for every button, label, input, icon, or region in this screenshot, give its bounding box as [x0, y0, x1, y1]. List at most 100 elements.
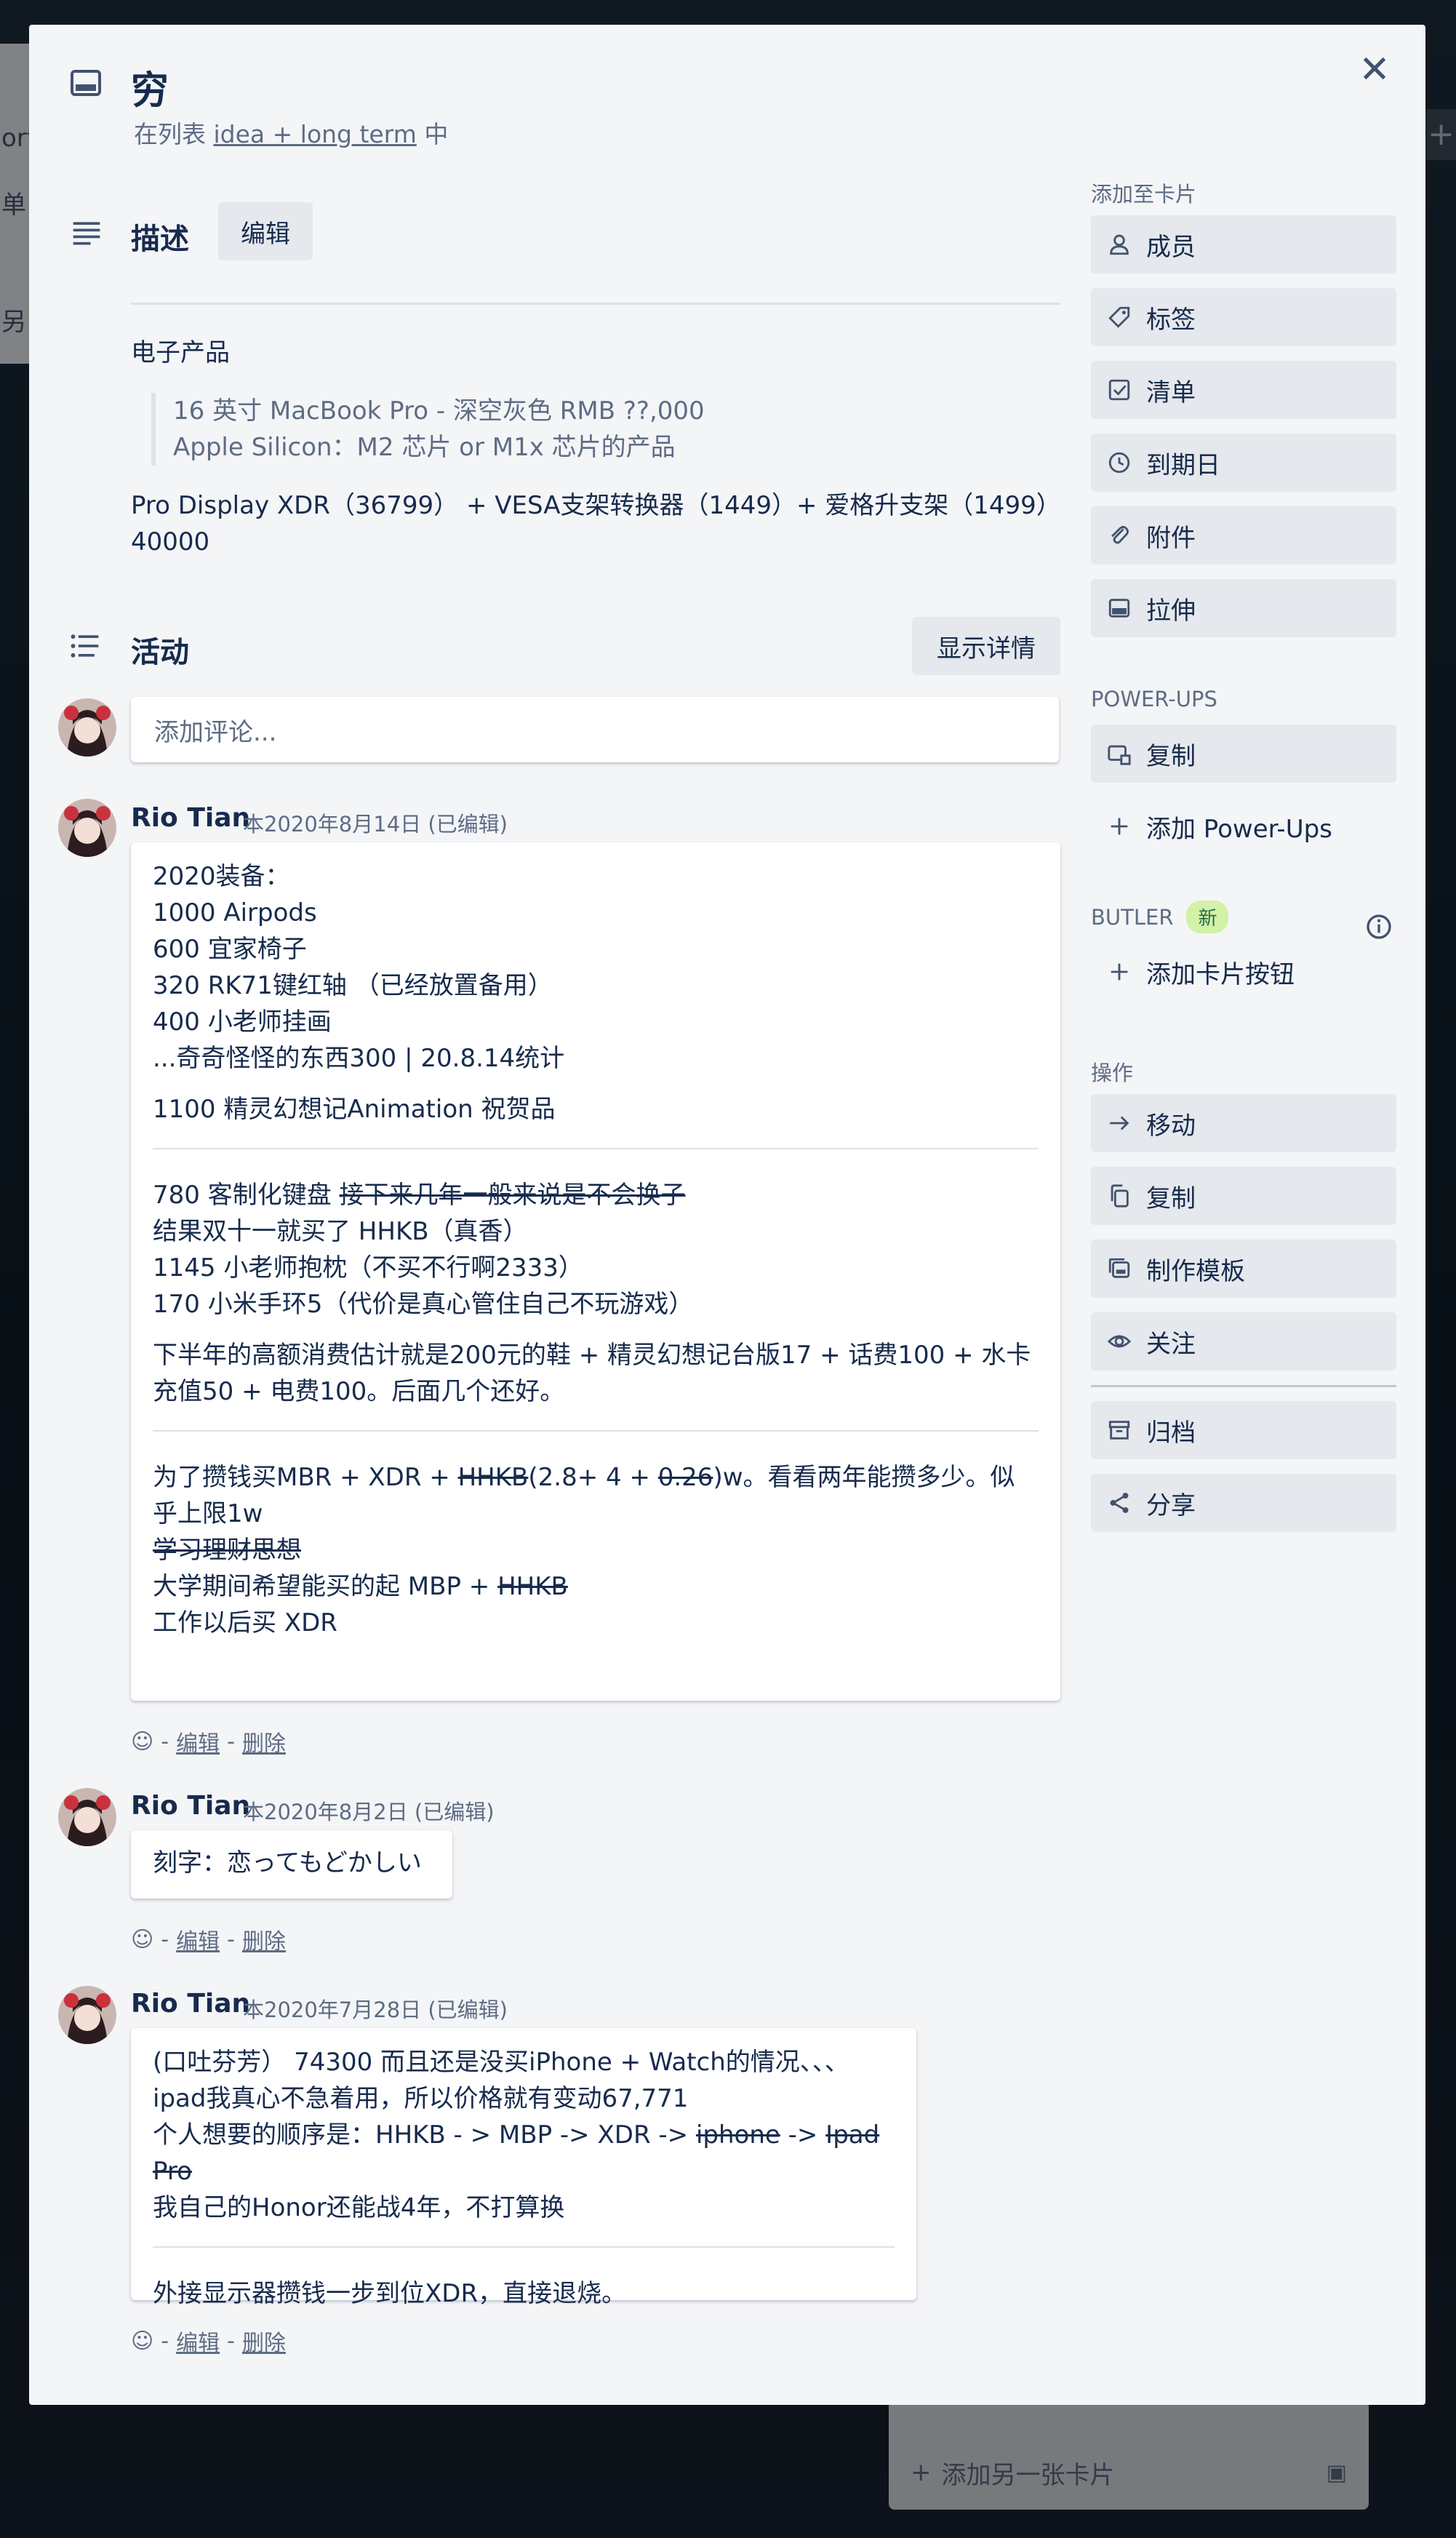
comment-line: 个人想要的顺序是：HHKB - > MBP -> XDR -> iphone -… [153, 2120, 880, 2186]
description-quote: 16 英寸 MacBook Pro - 深空灰色 RMB ??,000 Appl… [151, 393, 705, 466]
share-icon [1110, 1493, 1129, 1513]
comment-date[interactable]: 本2020年8月14日 (已编辑) [243, 807, 508, 838]
edit-comment-link[interactable]: 编辑 [176, 2325, 220, 2357]
eye-icon [1107, 1335, 1132, 1348]
move-label: 移动 [1146, 1111, 1196, 1141]
edit-description-button[interactable]: 编辑 [218, 202, 313, 260]
avatar[interactable] [58, 698, 116, 757]
labels-button[interactable]: 标签 [1091, 288, 1396, 346]
comment-paragraph: 下半年的高额消费估计就是200元的鞋 + 精灵幻想记台版17 + 话费100 +… [153, 1341, 1031, 1406]
comment-divider [153, 2246, 895, 2248]
cover-icon [1108, 599, 1130, 618]
copy-label: 复制 [1146, 1184, 1196, 1213]
members-button[interactable]: 成员 [1091, 215, 1396, 274]
due-date-button[interactable]: 到期日 [1091, 434, 1396, 492]
plus-icon [1111, 963, 1128, 981]
avatar[interactable] [58, 1788, 116, 1846]
comment-divider [153, 1430, 1039, 1432]
comment-author[interactable]: Rio Tian [131, 1989, 250, 2019]
comment-divider [153, 1148, 1039, 1149]
comment-body: 2020装备： 1000 Airpods 600 宜家椅子 320 RK71键红… [131, 842, 1060, 1701]
description-icon [73, 222, 100, 245]
list-info: 在列表 idea + long term 中 [134, 115, 448, 150]
card-title[interactable]: 穷 [131, 60, 169, 114]
comment-line: 我自己的Honor还能战4年，不打算换 [153, 2193, 565, 2222]
delete-comment-link[interactable]: 删除 [242, 2325, 286, 2357]
paperclip-icon [1111, 526, 1129, 544]
powerups-label: POWER-UPS [1091, 687, 1217, 711]
watch-button[interactable]: 关注 [1091, 1312, 1396, 1370]
archive-button[interactable]: 归档 [1091, 1401, 1396, 1459]
add-powerups-label: 添加 Power-Ups [1146, 814, 1332, 844]
edit-comment-link[interactable]: 编辑 [176, 1923, 220, 1955]
comment-line: ipad我真心不急着用，所以价格就有变动67,771 [153, 2084, 689, 2113]
actions-label: 操作 [1091, 1061, 1134, 1085]
quote-line: 16 英寸 MacBook Pro - 深空灰色 RMB ??,000 [173, 396, 705, 426]
description-category: 电子产品 [131, 338, 230, 367]
quote-line: Apple Silicon：M2 芯片 or M1x 芯片的产品 [173, 433, 676, 462]
list-link[interactable]: idea + long term [214, 120, 417, 148]
comment-line: 2020装备： [153, 862, 290, 891]
avatar[interactable] [58, 799, 116, 857]
arrow-right-icon [1110, 1116, 1129, 1130]
delete-comment-link[interactable]: 删除 [242, 1725, 286, 1757]
sidebar-divider [1091, 1385, 1396, 1387]
archive-label: 归档 [1146, 1418, 1196, 1448]
add-reaction-icon[interactable]: ☺ [131, 2329, 153, 2354]
label-icon [1108, 306, 1130, 328]
close-icon[interactable]: ✕ [1353, 48, 1396, 92]
description-line: Pro Display XDR（36799） + VESA支架转换器（1449）… [131, 491, 1061, 520]
comment-line: 1100 精灵幻想记Animation 祝贺品 [153, 1095, 556, 1124]
delete-comment-link[interactable]: 删除 [242, 1923, 286, 1955]
add-card-button-label: 添加卡片按钮 [1146, 959, 1295, 989]
avatar[interactable] [58, 1986, 116, 2044]
attachment-button[interactable]: 附件 [1091, 506, 1396, 564]
member-icon [1110, 234, 1129, 255]
comment-date[interactable]: 本2020年8月2日 (已编辑) [243, 1795, 495, 1826]
add-reaction-icon[interactable]: ☺ [131, 1927, 153, 1952]
comment-line: 1145 小老师抱枕（不买不行啊2333） [153, 1253, 583, 1282]
comment-paragraph: 为了攒钱买MBR + XDR + HHKB(2.8+ 4 + 0.26)w。看看… [153, 1463, 1015, 1528]
copy-button[interactable]: 复制 [1091, 1167, 1396, 1225]
in-list-suffix: 中 [424, 120, 449, 148]
show-details-button[interactable]: 显示详情 [912, 617, 1060, 675]
comment-author[interactable]: Rio Tian [131, 803, 250, 833]
comment-date[interactable]: 本2020年7月28日 (已编辑) [243, 1993, 508, 2024]
powerup-copy-button[interactable]: 复制 [1091, 725, 1396, 783]
add-powerups-button[interactable]: 添加 Power-Ups [1091, 797, 1396, 855]
comment-author[interactable]: Rio Tian [131, 1791, 250, 1821]
copy-powerup-icon [1108, 745, 1131, 765]
comment-line: 外接显示器攒钱一步到位XDR，直接退烧。 [153, 2279, 627, 2308]
description-heading: 描述 [131, 223, 189, 256]
share-button[interactable]: 分享 [1091, 1474, 1396, 1532]
add-reaction-icon[interactable]: ☺ [131, 1729, 153, 1755]
comment-line: 400 小老师挂画 [153, 1007, 332, 1037]
comment-line: 学习理财思想 [153, 1536, 301, 1565]
activity-heading: 活动 [131, 636, 189, 669]
add-card-button-button[interactable]: 添加卡片按钮 [1091, 943, 1396, 1001]
comment-line: 320 RK71键红轴 （已经放置备用） [153, 971, 553, 1000]
due-date-label: 到期日 [1146, 450, 1220, 480]
description-divider [131, 303, 1060, 305]
template-icon [1108, 1258, 1130, 1278]
comment-line: 780 客制化键盘 接下来几年一般来说是不会换子 [153, 1181, 686, 1210]
powerup-copy-label: 复制 [1146, 741, 1196, 771]
copy-icon [1111, 1184, 1129, 1208]
comment-actions: ☺ - 编辑 - 删除 [131, 1923, 286, 1955]
make-template-button[interactable]: 制作模板 [1091, 1240, 1396, 1298]
comment-input[interactable]: 添加评论... [131, 697, 1059, 762]
activity-icon [71, 634, 99, 658]
cover-button[interactable]: 拉伸 [1091, 579, 1396, 637]
move-button[interactable]: 移动 [1091, 1094, 1396, 1152]
checklist-button[interactable]: 清单 [1091, 361, 1396, 419]
add-to-card-label: 添加至卡片 [1091, 182, 1197, 207]
edit-comment-link[interactable]: 编辑 [176, 1725, 220, 1757]
comment-actions: ☺ - 编辑 - 删除 [131, 2325, 286, 2357]
comment-body: 刻字：恋ってもどかしい [131, 1830, 452, 1899]
make-template-label: 制作模板 [1146, 1256, 1245, 1286]
butler-label: BUTLER [1091, 904, 1174, 930]
share-label: 分享 [1146, 1491, 1196, 1520]
comment-line: 600 宜家椅子 [153, 935, 307, 964]
info-icon[interactable] [1364, 912, 1393, 941]
attachment-label: 附件 [1146, 523, 1196, 553]
